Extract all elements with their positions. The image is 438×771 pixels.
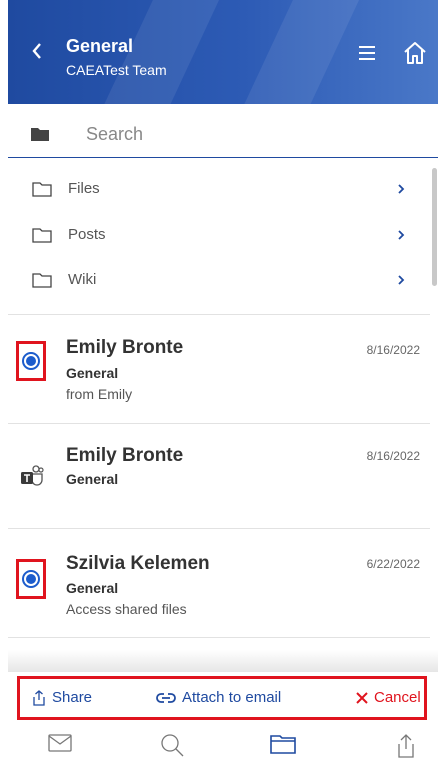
search-bar[interactable]: Search — [8, 112, 438, 158]
search-icon[interactable] — [160, 733, 184, 757]
folder-icon — [32, 273, 52, 288]
home-icon — [404, 42, 426, 64]
message-date: 6/22/2022 — [366, 557, 420, 571]
folder-icon — [31, 128, 49, 141]
link-icon — [156, 692, 176, 703]
nav-item-posts[interactable]: Posts — [8, 214, 430, 258]
channel-name: General — [66, 580, 119, 596]
chevron-right-icon — [398, 275, 405, 285]
channel-name: General — [66, 365, 119, 381]
search-input[interactable]: Search — [86, 124, 143, 145]
channel-name: General — [66, 471, 119, 487]
chevron-right-icon — [398, 184, 405, 194]
attach-to-email-button[interactable]: Attach to email — [156, 689, 281, 706]
folder-icon — [32, 182, 52, 197]
radio-selected-icon — [22, 352, 40, 370]
teams-icon — [21, 465, 44, 486]
message-date: 8/16/2022 — [366, 449, 420, 463]
sender-name: Emily Bronte — [66, 445, 184, 466]
nav-item-label: Wiki — [68, 271, 97, 288]
chevron-right-icon — [398, 230, 405, 240]
select-radio[interactable] — [16, 341, 46, 381]
divider — [8, 637, 430, 638]
tab-bar — [8, 722, 438, 771]
menu-button[interactable] — [358, 46, 378, 65]
attach-label: Attach to email — [182, 689, 282, 706]
back-button[interactable] — [26, 38, 48, 64]
message-date: 8/16/2022 — [366, 343, 420, 357]
list-item[interactable]: Emily Bronte General 8/16/2022 — [8, 424, 430, 528]
nav-item-files[interactable]: Files — [8, 168, 430, 212]
list-fade — [8, 650, 438, 672]
sender-name: Emily Bronte — [66, 337, 184, 358]
list-item[interactable]: Szilvia Kelemen General Access shared fi… — [8, 529, 430, 637]
message-snippet: from Emily — [66, 386, 133, 402]
share-label: Share — [52, 689, 93, 706]
folder-icon — [32, 228, 52, 243]
nav-item-label: Files — [68, 180, 100, 197]
nav-item-wiki[interactable]: Wiki — [8, 259, 430, 303]
page-subtitle: CAEATest Team — [66, 62, 167, 78]
list-item[interactable]: Emily Bronte General from Emily 8/16/202… — [8, 315, 430, 423]
close-icon — [356, 691, 368, 704]
share-icon[interactable] — [396, 733, 416, 759]
select-radio[interactable] — [16, 559, 46, 599]
app-header: General CAEATest Team — [8, 0, 438, 104]
chevron-left-icon — [32, 43, 41, 59]
scrollbar[interactable] — [432, 168, 437, 286]
folder-icon[interactable] — [270, 733, 296, 755]
share-icon — [33, 689, 45, 706]
mail-icon[interactable] — [48, 733, 72, 753]
home-button[interactable] — [402, 40, 428, 71]
message-snippet: Access shared files — [66, 601, 187, 617]
cancel-button[interactable]: Cancel — [356, 689, 421, 706]
cancel-label: Cancel — [374, 689, 421, 706]
sender-name: Szilvia Kelemen — [66, 553, 210, 574]
action-bar: Share Attach to email Cancel — [17, 676, 427, 720]
share-button[interactable]: Share — [32, 689, 92, 706]
nav-item-label: Posts — [68, 226, 106, 243]
header-decoration — [237, 0, 359, 104]
hamburger-icon — [359, 46, 375, 60]
page-title: General — [66, 36, 134, 56]
radio-selected-icon — [22, 570, 40, 588]
